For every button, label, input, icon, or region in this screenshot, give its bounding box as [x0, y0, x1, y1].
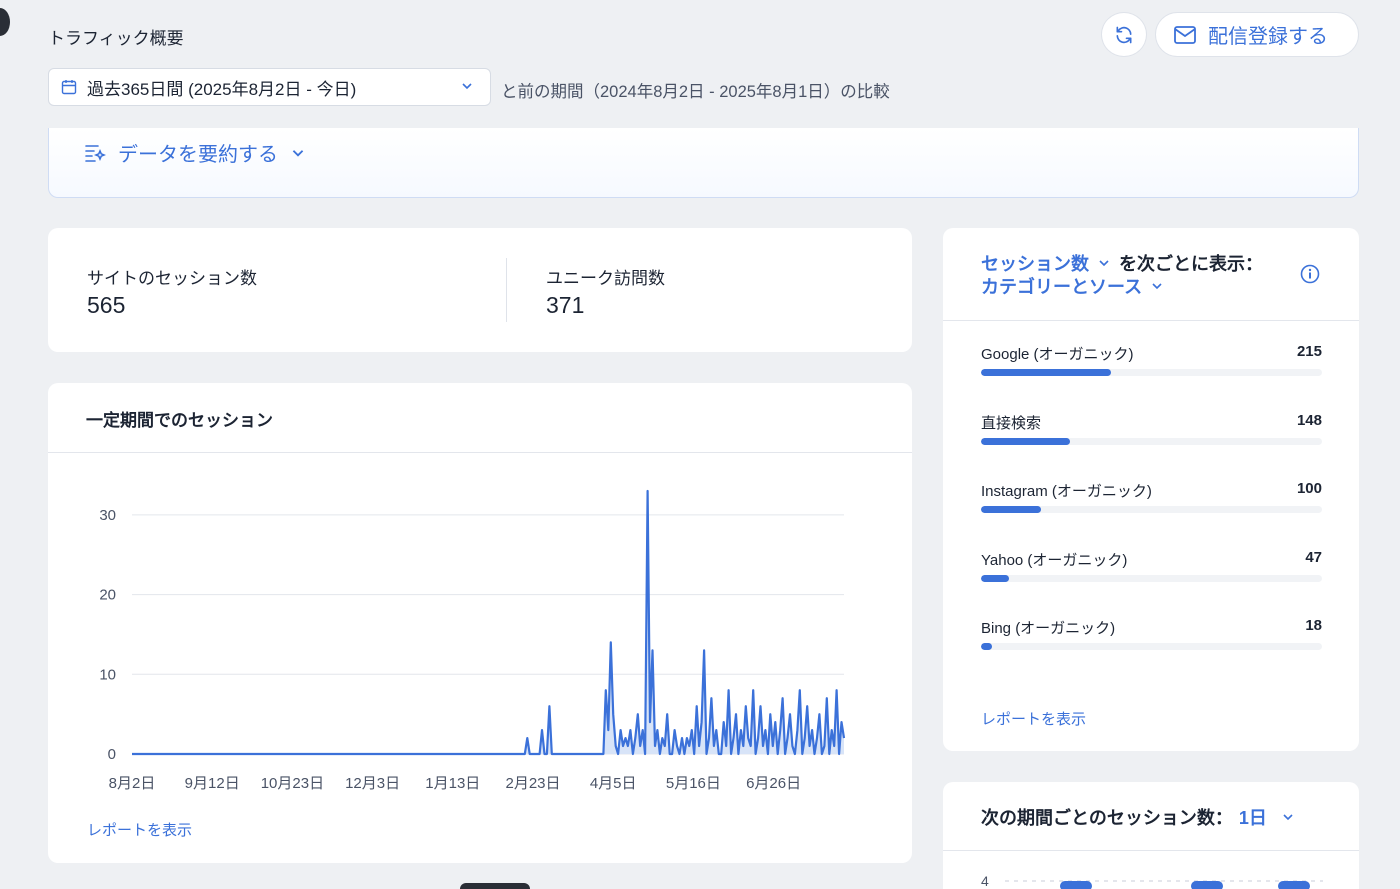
series-area — [132, 491, 844, 754]
summarize-label: データを要約する — [118, 144, 278, 166]
period-card-title: 次の期間ごとのセッション数： 1日 — [981, 804, 1295, 830]
x-tick-label: 9月12日 — [185, 775, 240, 792]
divider — [943, 320, 1359, 321]
window-corner-indicator — [0, 8, 10, 36]
page-title: トラフィック概要 — [48, 29, 184, 48]
source-bar-track — [981, 506, 1322, 513]
chart-title: 一定期間でのセッション — [86, 411, 273, 430]
source-label: Yahoo (オーガニック) — [981, 551, 1128, 569]
source-value: 215 — [1296, 343, 1322, 360]
source-value: 100 — [1296, 480, 1322, 497]
chevron-down-icon[interactable] — [1097, 256, 1111, 270]
y-tick-label: 0 — [108, 746, 116, 763]
refresh-icon — [1116, 26, 1132, 43]
date-range-select[interactable]: 過去365日間 (2025年8月2日 - 今日) — [48, 68, 491, 106]
source-label: 直接検索 — [981, 414, 1042, 432]
source-bar-fill — [981, 369, 1111, 376]
x-tick-label: 12月3日 — [345, 775, 400, 792]
stat-label-unique: ユニーク訪問数 — [546, 269, 665, 288]
x-tick-label: 10月23日 — [261, 775, 324, 792]
source-label: Bing (オーガニック) — [981, 620, 1116, 637]
source-value: 47 — [1305, 548, 1322, 566]
view-report-link[interactable]: レポートを表示 — [87, 819, 192, 840]
traffic-overview-page: トラフィック概要 配信登録する 過去365日間 (2025年8月2日 - 今日)… — [0, 0, 1400, 889]
x-tick-label: 5月16日 — [666, 775, 721, 792]
source-label: Google (オーガニック) — [981, 346, 1134, 363]
y-tick-label: 4 — [981, 873, 989, 889]
period-chart: 4 — [981, 873, 1323, 889]
x-tick-label: 1月13日 — [425, 775, 480, 792]
dimension-select[interactable]: カテゴリーとソース — [981, 273, 1142, 299]
series-line — [132, 489, 846, 756]
refresh-button[interactable] — [1101, 12, 1147, 57]
source-bar-fill — [981, 437, 1071, 445]
chevron-down-icon[interactable] — [1150, 279, 1164, 293]
stat-value-unique: 371 — [546, 292, 585, 318]
period-bar — [1060, 881, 1092, 889]
sessions-chart: 0 10 20 30 8月2日 9月12日 10月23日 12月3日 1月13日 2月23日 4月5… — [99, 489, 846, 792]
source-value: 18 — [1305, 617, 1322, 634]
chevron-down-icon — [462, 83, 472, 90]
source-bar-track — [981, 574, 1322, 582]
x-tick-label: 4月5日 — [590, 775, 637, 792]
period-title-text: 次の期間ごとのセッション数： — [981, 808, 1233, 828]
stat-label-sessions: サイトのセッション数 — [87, 269, 257, 288]
x-tick-label: 2月23日 — [505, 775, 560, 792]
y-tick-label: 10 — [99, 666, 116, 683]
summarize-data-button[interactable]: データを要約する — [84, 138, 306, 167]
source-bar-track — [981, 437, 1322, 445]
sources-header-line-2: カテゴリーとソース — [981, 273, 1164, 299]
x-tick-label: 6月26日 — [746, 775, 801, 792]
source-bar-fill — [981, 574, 1010, 582]
x-tick-label: 8月2日 — [109, 775, 156, 792]
date-range-value: 過去365日間 (2025年8月2日 - 今日) — [87, 79, 357, 99]
y-tick-label: 30 — [99, 507, 116, 524]
source-bar-track — [981, 369, 1322, 376]
chevron-down-icon — [292, 149, 304, 157]
subscribe-label: 配信登録する — [1208, 26, 1328, 48]
ai-summary-icon — [85, 144, 106, 162]
source-value: 148 — [1296, 411, 1322, 429]
subscribe-button[interactable]: 配信登録する — [1155, 12, 1359, 57]
y-tick-label: 20 — [99, 587, 116, 604]
view-report-link[interactable]: レポートを表示 — [981, 708, 1086, 729]
chevron-down-icon[interactable] — [1281, 810, 1295, 824]
period-bar — [1191, 881, 1223, 889]
calendar-icon — [61, 80, 77, 95]
mail-icon — [1174, 25, 1196, 44]
period-bar — [1278, 881, 1310, 889]
stat-divider — [506, 258, 507, 322]
bottom-handle — [460, 883, 530, 889]
source-bar-track — [981, 643, 1322, 650]
period-select[interactable]: 1日 — [1239, 804, 1267, 830]
info-icon[interactable] — [1300, 264, 1320, 284]
source-label: Instagram (オーガニック) — [981, 483, 1152, 500]
source-bar-fill — [981, 506, 1042, 513]
source-bar-fill — [981, 643, 992, 650]
comparison-text: と前の期間（2024年8月2日 - 2025年8月1日）の比較 — [501, 83, 890, 101]
stat-value-sessions: 565 — [87, 292, 126, 318]
stats-card — [48, 228, 912, 352]
